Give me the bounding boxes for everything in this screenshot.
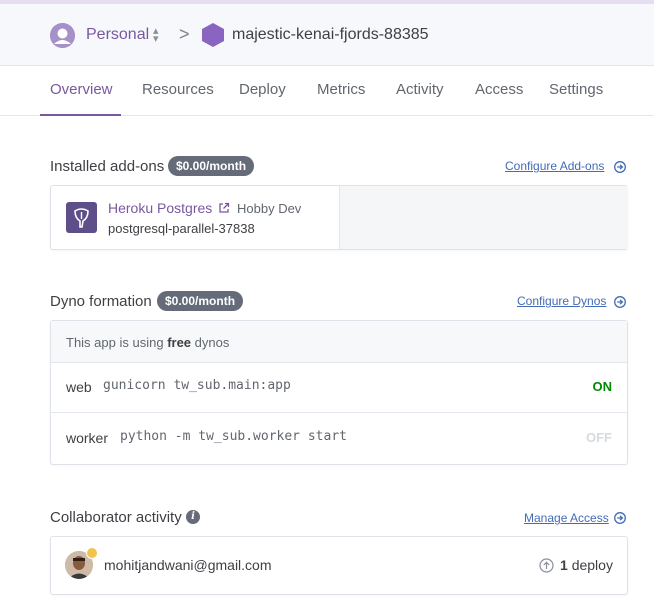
tab-settings[interactable]: Settings	[549, 81, 603, 98]
collaborator-email: mohitjandwani@gmail.com	[104, 557, 272, 573]
dyno-formation-card: This app is using free dynos web gunicor…	[50, 320, 628, 465]
dyno-row-web[interactable]: web gunicorn tw_sub.main:app ON	[51, 363, 627, 413]
active-tab-indicator	[40, 114, 121, 116]
dyno-command: gunicorn tw_sub.main:app	[103, 378, 291, 393]
heroku-postgres-icon	[66, 202, 97, 233]
arrow-right-circle-icon[interactable]	[614, 512, 626, 524]
addons-section-title: Installed add-ons	[50, 158, 165, 175]
addon-name-link[interactable]: Heroku Postgres	[108, 200, 212, 216]
deploy-count: 1 deploy	[560, 557, 613, 573]
dyno-type: worker	[66, 430, 109, 446]
account-name[interactable]: Personal	[86, 26, 149, 44]
deploy-upload-icon	[539, 558, 554, 573]
account-avatar-icon[interactable]	[50, 23, 75, 48]
dyno-command: python -m tw_sub.worker start	[120, 429, 347, 444]
collaborator-card: mohitjandwani@gmail.com 1 deploy	[50, 536, 628, 595]
app-header: Personal ▴ ▾ > majestic-kenai-fjords-8838…	[0, 4, 654, 66]
dynos-section-title: Dyno formation	[50, 293, 152, 310]
dyno-status-off[interactable]: OFF	[586, 430, 612, 445]
breadcrumb-separator: >	[179, 24, 190, 44]
configure-addons-link[interactable]: Configure Add-ons	[505, 159, 604, 173]
dyno-status-on[interactable]: ON	[593, 379, 613, 394]
dyno-tier-note: This app is using free dynos	[51, 321, 627, 363]
tab-deploy[interactable]: Deploy	[239, 81, 286, 98]
configure-dynos-link[interactable]: Configure Dynos	[517, 294, 606, 308]
tab-access[interactable]: Access	[475, 81, 523, 98]
app-hexagon-icon	[202, 23, 224, 47]
tab-metrics[interactable]: Metrics	[317, 81, 365, 98]
info-icon[interactable]: i	[186, 510, 200, 524]
tab-activity[interactable]: Activity	[396, 81, 444, 98]
addon-card: Heroku Postgres Hobby Dev postgresql-par…	[50, 185, 628, 250]
arrow-right-circle-icon[interactable]	[614, 296, 626, 308]
crown-icon	[86, 547, 98, 559]
addons-price-badge: $0.00/month	[168, 156, 255, 176]
manage-access-link[interactable]: Manage Access	[524, 511, 609, 525]
arrow-right-circle-icon[interactable]	[614, 161, 626, 173]
app-tabs: Overview Resources Deploy Metrics Activi…	[0, 67, 654, 116]
tab-resources[interactable]: Resources	[142, 81, 214, 98]
collaborators-section-title: Collaborator activity	[50, 509, 182, 526]
addon-card-empty-panel	[339, 186, 628, 249]
chevron-up-down-icon[interactable]: ▴ ▾	[153, 26, 159, 45]
dyno-tier-note-text: This app is using free dynos	[66, 335, 230, 350]
external-link-icon[interactable]	[218, 202, 230, 214]
tab-overview[interactable]: Overview	[50, 81, 113, 98]
dyno-row-worker[interactable]: worker python -m tw_sub.worker start OFF	[51, 414, 627, 464]
dyno-type: web	[66, 379, 92, 395]
addon-plan: Hobby Dev	[237, 201, 302, 216]
app-name: majestic-kenai-fjords-88385	[232, 26, 429, 43]
dynos-price-badge: $0.00/month	[157, 291, 244, 311]
addon-resource-name: postgresql-parallel-37838	[108, 221, 255, 236]
